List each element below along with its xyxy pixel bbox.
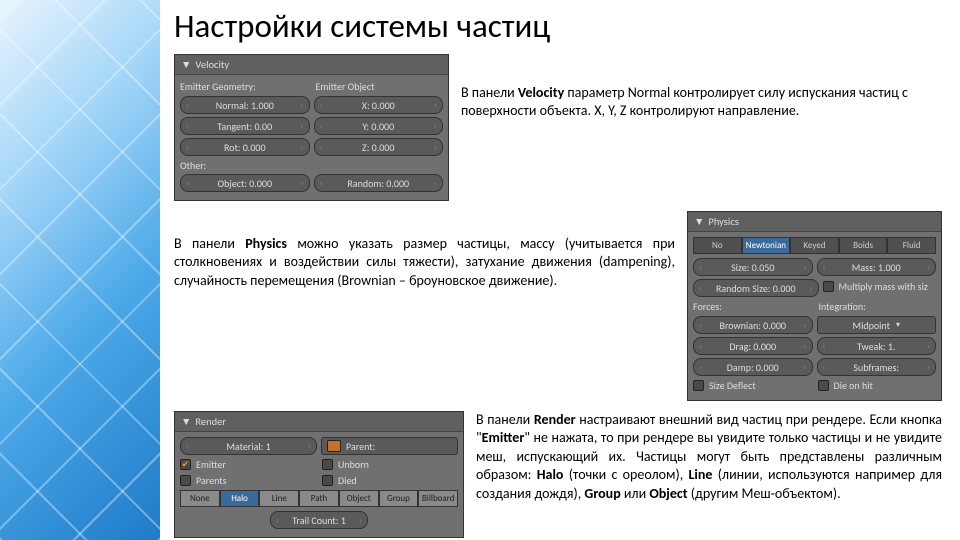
unborn-check[interactable]: Unborn <box>322 458 458 471</box>
disclosure-down-icon: ▼ <box>181 58 191 71</box>
die-on-hit-check[interactable]: Die on hit <box>818 379 937 392</box>
tab-keyed[interactable]: Keyed <box>790 237 839 254</box>
died-check[interactable]: Died <box>322 474 458 487</box>
panel-header[interactable]: ▼ Physics <box>688 212 941 232</box>
tab-path[interactable]: Path <box>299 490 339 507</box>
random-field[interactable]: ‹Random: 0.000› <box>314 174 444 192</box>
tab-fluid[interactable]: Fluid <box>887 237 936 254</box>
panel-header[interactable]: ▼ Render <box>175 412 463 432</box>
panel-header[interactable]: ▼ Velocity <box>175 55 448 75</box>
slide-title: Настройки системы частиц <box>174 6 942 46</box>
y-field[interactable]: ‹Y: 0.000› <box>314 117 444 135</box>
size-field[interactable]: ‹Size: 0.050› <box>693 258 813 276</box>
random-size-field[interactable]: ‹Random Size: 0.000› <box>693 279 819 297</box>
physics-description: В панели Physics можно указать размер ча… <box>174 211 675 401</box>
velocity-panel: ▼ Velocity Emitter Geometry: Emitter Obj… <box>174 54 449 201</box>
mass-field[interactable]: ‹Mass: 1.000› <box>817 258 937 276</box>
tab-boids[interactable]: Boids <box>839 237 888 254</box>
tab-object[interactable]: Object <box>339 490 379 507</box>
material-field[interactable]: ‹Material: 1› <box>180 437 317 455</box>
drag-field[interactable]: ‹Drag: 0.000› <box>693 337 813 355</box>
emitter-check[interactable]: ✔Emitter <box>180 458 316 471</box>
normal-field[interactable]: ‹Normal: 1.000› <box>180 96 310 114</box>
object-field[interactable]: ‹Object: 0.000› <box>180 174 310 192</box>
integration-label: Integration: <box>819 300 937 313</box>
disclosure-down-icon: ▼ <box>181 415 191 428</box>
trail-count-field[interactable]: ‹Trail Count: 1› <box>270 511 368 529</box>
panel-title: Render <box>195 415 226 428</box>
damp-field[interactable]: ‹Damp: 0.000› <box>693 358 813 376</box>
emitter-obj-label: Emitter Object <box>316 80 444 93</box>
tab-newtonian[interactable]: Newtonian <box>742 237 791 254</box>
multiply-mass-check[interactable]: Multiply mass with siz <box>823 279 937 294</box>
x-field[interactable]: ‹X: 0.000› <box>314 96 444 114</box>
parents-check[interactable]: Parents <box>180 474 316 487</box>
tab-line[interactable]: Line <box>259 490 299 507</box>
decorative-sidebar <box>0 0 160 540</box>
tangent-field[interactable]: ‹Tangent: 0.00› <box>180 117 310 135</box>
tab-billboard[interactable]: Billboard <box>418 490 458 507</box>
render-tabs: None Halo Line Path Object Group Billboa… <box>180 490 458 507</box>
physics-tabs: No Newtonian Keyed Boids Fluid <box>693 237 936 254</box>
slide-content: Настройки системы частиц ▼ Velocity Emit… <box>160 0 960 540</box>
render-panel: ▼ Render ‹Material: 1› Parent: ✔Emitter … <box>174 411 464 538</box>
tab-none[interactable]: None <box>180 490 220 507</box>
size-deflect-check[interactable]: Size Deflect <box>693 379 812 392</box>
disclosure-down-icon: ▼ <box>694 215 704 228</box>
render-description: В панели Render настраивают внешний вид … <box>476 411 942 538</box>
velocity-description: В панели Velocity параметр Normal контро… <box>461 54 942 201</box>
midpoint-select[interactable]: Midpoint▾ <box>817 316 937 334</box>
physics-panel: ▼ Physics No Newtonian Keyed Boids Fluid… <box>687 211 942 401</box>
cube-icon <box>327 440 341 452</box>
rot-field[interactable]: ‹Rot: 0.000› <box>180 138 310 156</box>
emitter-geom-label: Emitter Geometry: <box>180 80 308 93</box>
parent-field[interactable]: Parent: <box>321 437 458 455</box>
tab-group[interactable]: Group <box>379 490 419 507</box>
subframes-field[interactable]: ‹Subframes:› <box>817 358 937 376</box>
brownian-field[interactable]: ‹Brownian: 0.000› <box>693 316 813 334</box>
other-label: Other: <box>180 159 443 172</box>
z-field[interactable]: ‹Z: 0.000› <box>314 138 444 156</box>
tweak-field[interactable]: ‹Tweak: 1.› <box>817 337 937 355</box>
panel-title: Physics <box>708 215 738 228</box>
forces-label: Forces: <box>693 300 811 313</box>
panel-title: Velocity <box>195 58 229 71</box>
tab-halo[interactable]: Halo <box>220 490 260 507</box>
tab-no[interactable]: No <box>693 237 742 254</box>
